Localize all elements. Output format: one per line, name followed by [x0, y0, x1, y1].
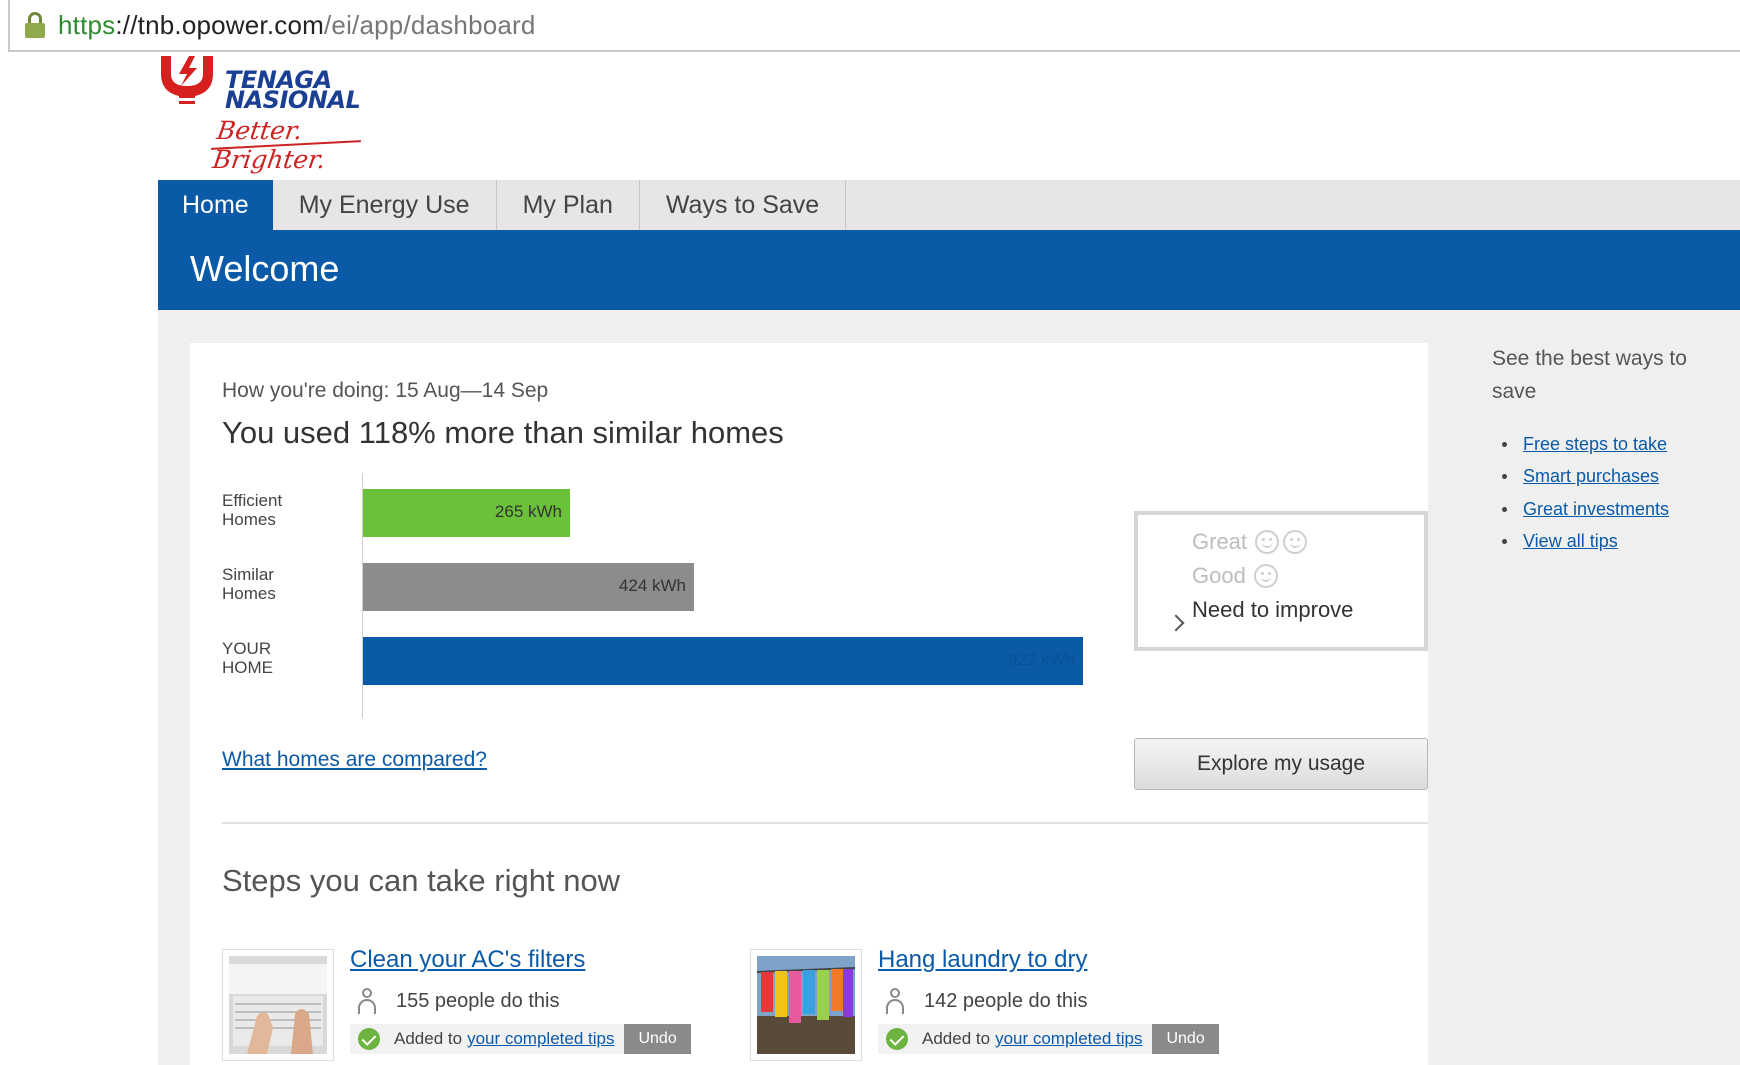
rating-need-label: Need to improve [1192, 597, 1354, 622]
completed-tips-link[interactable]: your completed tips [467, 1029, 614, 1049]
tip-card: Hang laundry to dry 142 people do this A… [750, 946, 1270, 1065]
url-text[interactable]: https://tnb.opower.com/ei/app/dashboard [58, 10, 536, 41]
undo-button[interactable]: Undo [624, 1024, 691, 1054]
bullet [1502, 474, 1507, 480]
brand-line-2: NASIONAL [225, 86, 361, 114]
sidebar-link-great-investments[interactable]: Great investments [1523, 499, 1669, 520]
person-icon [356, 988, 378, 1014]
sidebar-item: View all tips [1502, 526, 1669, 559]
tab-my-plan[interactable]: My Plan [497, 180, 640, 230]
usage-comparison-chart: Efficient Homes 265 kWh Similar Homes 424 kWh… [222, 473, 1083, 723]
added-to-completed: Added to your completed tips Undo [350, 1024, 691, 1054]
url-scheme: https [58, 9, 116, 40]
sidebar-item: Smart purchases [1502, 461, 1669, 494]
sidebar-item: Free steps to take [1502, 428, 1669, 461]
bar-value-label: 265 kWh [494, 502, 562, 521]
section-divider [222, 822, 1428, 824]
main-nav: Home My Energy Use My Plan Ways to Save [158, 180, 1740, 230]
tip-title-link[interactable]: Clean your AC's filters [350, 946, 585, 974]
tab-my-energy-use[interactable]: My Energy Use [273, 180, 497, 230]
bullet [1502, 539, 1507, 545]
tip-thumbnail[interactable] [750, 949, 862, 1061]
chevron-right-icon [1167, 614, 1185, 632]
people-count-text: 142 people do this [924, 989, 1088, 1012]
explore-my-usage-button[interactable]: Explore my usage [1134, 738, 1428, 790]
lock-icon [24, 12, 46, 38]
tnb-logo[interactable]: TENAGA NASIONAL Better. Brighter. [155, 52, 385, 174]
bullet [1502, 506, 1507, 512]
rating-box: Great Good Need to improve [1134, 511, 1428, 651]
checkmark-icon [886, 1028, 908, 1050]
people-count-text: 155 people do this [396, 989, 560, 1012]
comparison-card: How you're doing: 15 Aug—14 Sep You used… [190, 343, 1428, 1065]
bullet [1502, 441, 1507, 447]
completed-tips-link[interactable]: your completed tips [995, 1029, 1142, 1049]
added-prefix: Added to [922, 1029, 991, 1048]
added-to-completed: Added to your completed tips Undo [878, 1024, 1219, 1054]
person-icon [884, 988, 906, 1014]
rating-great: Great [1192, 529, 1308, 555]
bar-category-label: Efficient Homes [222, 491, 283, 529]
smiley-icon [1255, 530, 1280, 554]
bar-value-label: 424 kWh [618, 576, 686, 595]
smiley-icon [1283, 530, 1308, 554]
url-host: ://tnb.opower.com [115, 9, 324, 40]
what-homes-compared-link[interactable]: What homes are compared? [222, 748, 487, 772]
sidebar-list: Free steps to take Smart purchases Great… [1502, 428, 1669, 558]
rating-good-label: Good [1192, 563, 1246, 588]
page-title: Welcome [190, 248, 340, 289]
sidebar-link-view-all-tips[interactable]: View all tips [1523, 531, 1618, 552]
people-count: 155 people do this [356, 988, 559, 1014]
steps-title: Steps you can take right now [222, 863, 621, 898]
checkmark-icon [358, 1028, 380, 1050]
sidebar-title: See the best ways to save [1492, 347, 1687, 403]
bar-category-label: Similar Homes [222, 565, 276, 603]
bar-value-label: 922 kWh [1007, 650, 1075, 669]
lightbulb-logo-icon [161, 56, 213, 104]
rating-great-label: Great [1192, 529, 1248, 554]
rating-good: Good [1192, 563, 1278, 589]
ac-filter-image [229, 956, 327, 1054]
sidebar-link-smart-purchases[interactable]: Smart purchases [1523, 466, 1659, 487]
url-path: /ei/app/dashboard [324, 9, 536, 40]
tip-title-link[interactable]: Hang laundry to dry [878, 946, 1087, 974]
comparison-headline: You used 118% more than similar homes [222, 415, 784, 450]
welcome-banner: Welcome [158, 230, 1740, 310]
bar-category-label: YOUR HOME [222, 639, 273, 677]
period-label: How you're doing: 15 Aug—14 Sep [222, 379, 549, 402]
sidebar-item: Great investments [1502, 493, 1669, 526]
address-bar[interactable]: https://tnb.opower.com/ei/app/dashboard [8, 0, 1740, 52]
tip-thumbnail[interactable] [222, 949, 334, 1061]
tip-card: Clean your AC's filters 155 people do th… [222, 946, 742, 1065]
people-count: 142 people do this [884, 988, 1087, 1014]
undo-button[interactable]: Undo [1152, 1024, 1219, 1054]
rating-need-to-improve: Need to improve [1192, 597, 1353, 623]
smiley-icon [1253, 564, 1278, 588]
added-prefix: Added to [394, 1029, 463, 1048]
laundry-image [756, 956, 856, 1054]
tab-ways-to-save[interactable]: Ways to Save [640, 180, 847, 230]
tab-home[interactable]: Home [158, 180, 273, 230]
sidebar-link-free-steps[interactable]: Free steps to take [1523, 434, 1667, 455]
